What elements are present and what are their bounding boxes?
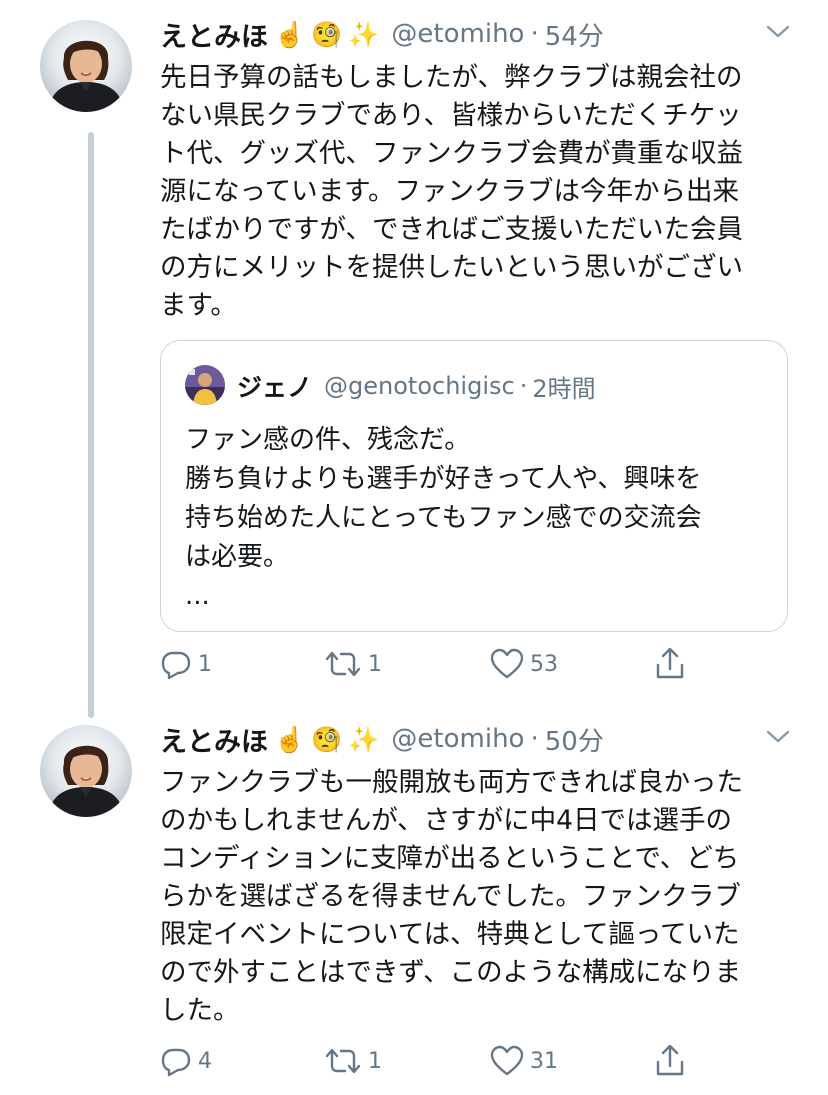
quote-text: ファン感の件、残念だ。 勝ち負けよりも選手が好きって人や、興味を 持ち始めた人に… xyxy=(185,421,702,616)
reply-count: 1 xyxy=(198,651,212,677)
separator: · xyxy=(519,372,528,400)
like-count: 31 xyxy=(530,1048,558,1074)
text-line: 源になっています。ファンクラブは今年から出来 xyxy=(160,176,740,207)
quote-header: ジェノ @genotochigisc · 2時間 xyxy=(237,367,596,405)
reply-icon xyxy=(160,1045,192,1077)
user-handle[interactable]: @etomiho xyxy=(391,19,524,49)
chevron-down-icon[interactable] xyxy=(766,24,790,40)
quote-timestamp: 2時間 xyxy=(532,374,596,403)
quote-avatar[interactable] xyxy=(185,365,225,405)
text-line: 先日予算の話もしましたが、弊クラブは親会社の xyxy=(160,62,743,93)
separator: · xyxy=(530,19,539,49)
text-line: は必要。 xyxy=(185,542,290,572)
retweet-icon xyxy=(324,648,362,680)
display-name[interactable]: えとみほ xyxy=(160,720,268,759)
like-icon xyxy=(490,1045,524,1077)
user-handle[interactable]: @etomiho xyxy=(391,724,524,754)
text-line: のかもしれませんが、さすがに中4日では選手の xyxy=(160,805,733,836)
share-button[interactable] xyxy=(654,644,686,684)
display-name[interactable]: えとみほ xyxy=(160,15,268,54)
share-icon xyxy=(654,647,686,681)
tweet-actions: 1 1 53 xyxy=(160,644,720,684)
emoji: 🧐 xyxy=(311,724,343,754)
retweet-count: 1 xyxy=(368,651,382,677)
emoji: ☝️ xyxy=(274,724,306,754)
reply-button[interactable]: 1 xyxy=(160,644,212,684)
avatar[interactable] xyxy=(40,725,132,817)
text-line: した。 xyxy=(160,995,240,1026)
text-line: ので外すことはできず、このような構成になりま xyxy=(160,957,742,988)
emoji: ✨ xyxy=(348,724,380,754)
text-line: 限定イベントについては、特典として謳っていた xyxy=(160,919,740,950)
retweet-icon xyxy=(324,1045,362,1077)
timestamp[interactable]: 50分 xyxy=(545,721,604,758)
avatar[interactable] xyxy=(40,20,132,112)
text-line: ... xyxy=(185,581,210,611)
share-icon xyxy=(654,1044,686,1078)
emoji: 🧐 xyxy=(311,19,343,49)
tweet-text: ファンクラブも一般開放も両方できれば良かった のかもしれませんが、さすがに中4日… xyxy=(160,764,800,1030)
quote-user-handle: @genotochigisc xyxy=(324,372,515,400)
like-icon xyxy=(490,648,524,680)
retweet-button[interactable]: 1 xyxy=(324,644,382,684)
reply-count: 4 xyxy=(198,1048,212,1074)
quote-display-name: ジェノ xyxy=(237,373,313,402)
reply-icon xyxy=(160,648,192,680)
retweet-count: 1 xyxy=(368,1048,382,1074)
text-line: ます。 xyxy=(160,290,237,321)
emoji: ✨ xyxy=(348,19,380,49)
text-line: ない県民クラブであり、皆様からいただくチケッ xyxy=(160,100,742,131)
like-button[interactable]: 53 xyxy=(490,644,558,684)
text-line: らかを選ばざるを得ませんでした。ファンクラブ xyxy=(160,881,741,912)
quoted-tweet[interactable]: ジェノ @genotochigisc · 2時間 ファン感の件、残念だ。 勝ち負… xyxy=(160,340,788,632)
text-line: たばかりですが、できればご支援いただいた会員 xyxy=(160,214,743,245)
text-line: 勝ち負けよりも選手が好きって人や、興味を xyxy=(185,464,702,494)
text-line: ト代、グッズ代、ファンクラブ会費が貴重な収益 xyxy=(160,138,743,169)
reply-button[interactable]: 4 xyxy=(160,1041,212,1081)
emoji: ☝️ xyxy=(274,19,306,49)
share-button[interactable] xyxy=(654,1041,686,1081)
like-button[interactable]: 31 xyxy=(490,1041,558,1081)
text-line: ファン感の件、残念だ。 xyxy=(185,425,471,455)
separator: · xyxy=(530,724,539,754)
tweet-text: 先日予算の話もしましたが、弊クラブは親会社の ない県民クラブであり、皆様からいた… xyxy=(160,59,800,325)
like-count: 53 xyxy=(530,651,558,677)
text-line: ファンクラブも一般開放も両方できれば良かった xyxy=(160,767,743,798)
chevron-down-icon[interactable] xyxy=(766,729,790,745)
tweet-header: えとみほ ☝️ 🧐 ✨ @etomiho · 54分 xyxy=(160,12,604,56)
text-line: の方にメリットを提供したいという思いがござい xyxy=(160,252,743,283)
tweet-actions: 4 1 31 xyxy=(160,1041,720,1081)
text-line: 持ち始めた人にとってもファン感での交流会 xyxy=(185,503,702,533)
tweet-header: えとみほ ☝️ 🧐 ✨ @etomiho · 50分 xyxy=(160,717,604,761)
thread-connector-line xyxy=(88,132,94,718)
retweet-button[interactable]: 1 xyxy=(324,1041,382,1081)
text-line: コンディションに支障が出るということで、どち xyxy=(160,843,740,874)
timestamp[interactable]: 54分 xyxy=(545,16,604,53)
